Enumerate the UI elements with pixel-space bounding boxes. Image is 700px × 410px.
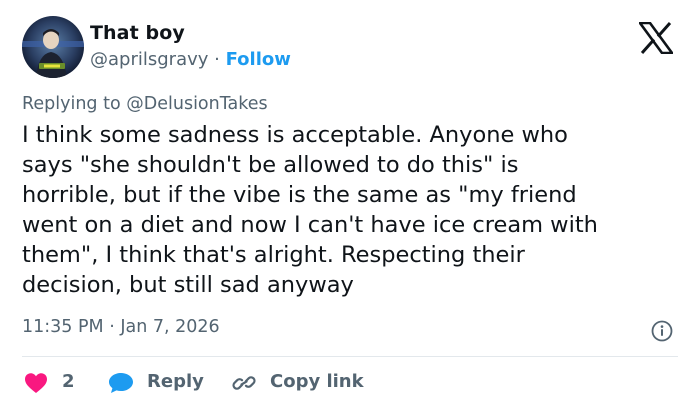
x-logo-icon[interactable] [639, 22, 673, 54]
replying-to-prefix: Replying to [22, 94, 121, 114]
divider [22, 356, 678, 357]
author-display-name[interactable]: That boy [90, 22, 185, 44]
author-handle[interactable]: @aprilsgravy [90, 49, 208, 70]
tweet-text-line: went on a diet and now I can't have ice … [22, 212, 598, 238]
info-icon[interactable] [651, 320, 673, 342]
tweet-timestamp[interactable]: 11:35 PM · Jan 7, 2026 [22, 317, 220, 337]
copy-link-label: Copy link [270, 371, 364, 392]
speech-bubble-icon [109, 373, 133, 393]
tweet-text-line: horrible, but if the vibe is the same as… [22, 182, 577, 208]
avatar[interactable] [22, 16, 84, 78]
tweet-text-line: them", I think that's alright. Respectin… [22, 242, 525, 268]
tweet-card: That boy @aprilsgravy · Follow Replying … [0, 0, 700, 410]
heart-icon [25, 373, 47, 393]
tweet-text-line: says "she shouldn't be allowed to do thi… [22, 152, 519, 178]
tweet-text: I think some sadness is acceptable. Anyo… [22, 120, 692, 300]
tweet-text-line: I think some sadness is acceptable. Anyo… [22, 122, 568, 148]
tweet-text-line: decision, but still sad anyway [22, 272, 354, 298]
author-handle-row: @aprilsgravy · Follow [90, 49, 291, 70]
like-count: 2 [62, 371, 75, 392]
follow-button[interactable]: Follow [226, 49, 291, 70]
reply-label: Reply [147, 371, 204, 392]
replying-to-mention[interactable]: @DelusionTakes [126, 94, 267, 114]
link-icon [232, 376, 256, 390]
replying-to: Replying to @DelusionTakes [22, 94, 268, 114]
handle-separator: · [214, 49, 220, 70]
avatar-image [22, 16, 84, 78]
